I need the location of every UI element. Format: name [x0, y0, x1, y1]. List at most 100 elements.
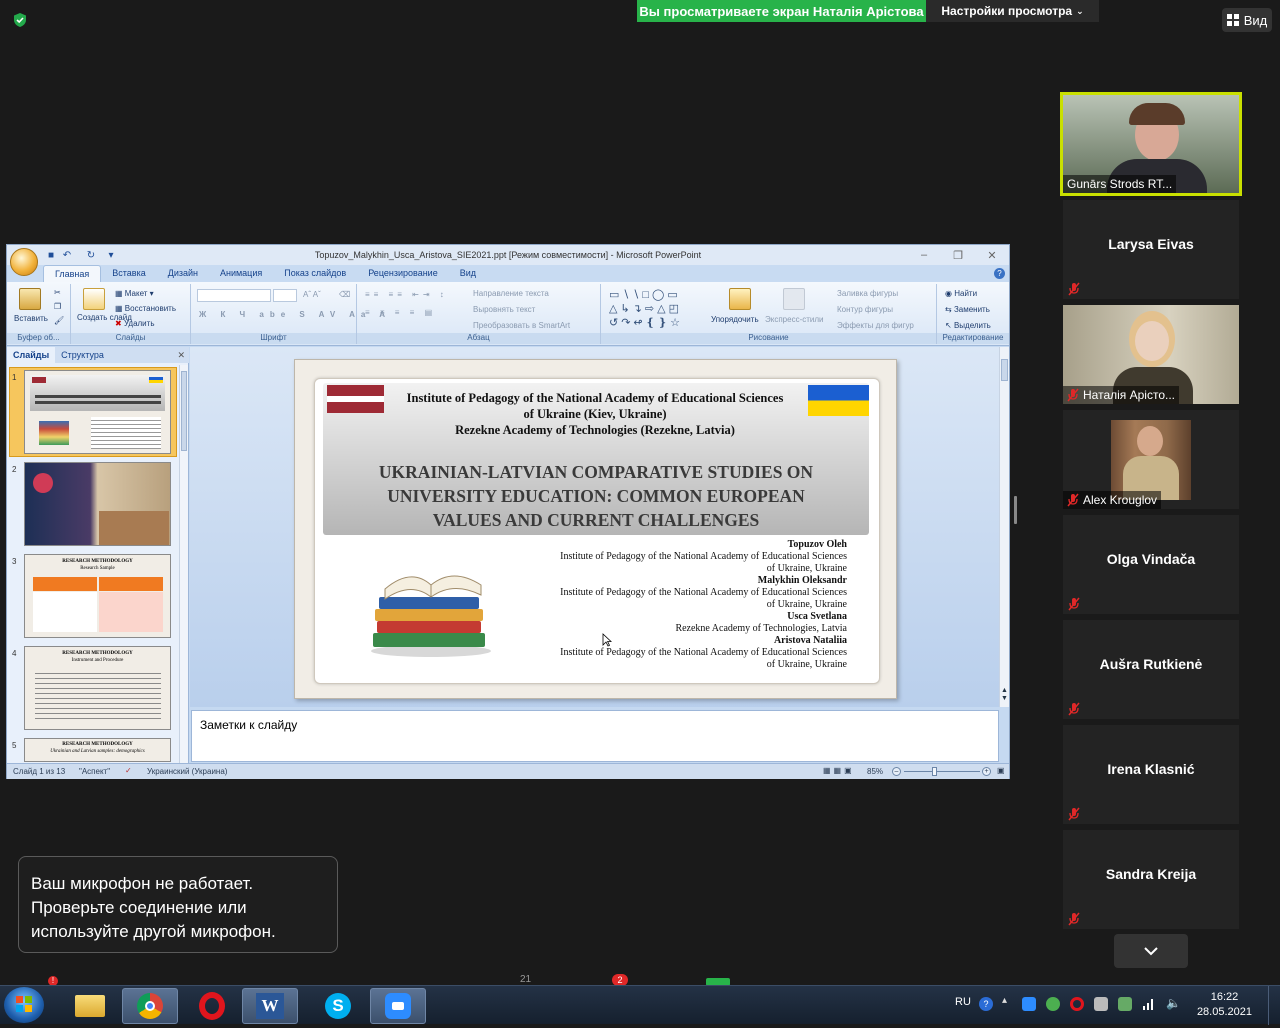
delete-button[interactable]: ✖ Удалить [115, 319, 154, 328]
find-button[interactable]: ◉ Найти [945, 289, 977, 298]
new-slide-icon[interactable] [83, 288, 105, 310]
zoom-level[interactable]: 85% [867, 767, 883, 776]
system-clock[interactable]: 16:22 28.05.2021 [1197, 990, 1252, 1020]
office-button[interactable] [10, 248, 38, 276]
arrange-icon[interactable] [729, 288, 751, 310]
slide-scrollbar[interactable]: ▲ ▼ [999, 347, 1009, 707]
restore-icon[interactable]: ❐ [949, 247, 967, 263]
slide-thumbnail-1[interactable] [24, 370, 171, 454]
quick-styles-icon[interactable] [783, 288, 805, 310]
volume-icon[interactable]: 🔈 [1166, 996, 1181, 1010]
tab-home[interactable]: Главная [43, 265, 102, 282]
tab-slideshow[interactable]: Показ слайдов [273, 265, 357, 282]
view-mode-icons[interactable]: ▦▦▣ [823, 766, 855, 775]
word-taskbar-button[interactable]: W [242, 988, 298, 1024]
help-tray-icon[interactable]: ? [979, 997, 993, 1011]
chrome-taskbar-button[interactable] [122, 988, 178, 1024]
participant-tile[interactable]: Alex Krouglov [1063, 410, 1239, 509]
paste-icon[interactable] [19, 288, 41, 310]
slide-thumbnail-4[interactable]: RESEARCH METHODOLOGY Instrument and Proc… [24, 646, 171, 730]
shape-fill-button[interactable]: Заливка фигуры [837, 289, 898, 298]
participant-tile[interactable]: Sandra Kreija [1063, 830, 1239, 929]
tab-design[interactable]: Дизайн [157, 265, 209, 282]
replace-button[interactable]: ⇆ Заменить [945, 305, 990, 314]
app-tray-icon[interactable] [1046, 997, 1060, 1011]
skype-taskbar-button[interactable]: S [310, 988, 366, 1024]
show-desktop-button[interactable] [1268, 986, 1280, 1025]
share-resize-handle[interactable] [1014, 496, 1017, 524]
zoom-tray-icon[interactable] [1022, 997, 1036, 1011]
thumbnail-scrollbar[interactable] [179, 365, 188, 763]
cut-icon[interactable]: ✂ [54, 288, 61, 297]
list-buttons[interactable]: ≡≡ ≡≡ ⇤⇥ ↕ [365, 290, 448, 299]
security-shield-icon[interactable] [12, 12, 28, 28]
tab-insert[interactable]: Вставка [101, 265, 156, 282]
prev-next-slide-icon[interactable]: ▲ ▼ [1000, 687, 1009, 703]
opera-tray-icon[interactable] [1070, 997, 1084, 1011]
select-button[interactable]: ↖ Выделить [945, 321, 991, 330]
shape-outline-button[interactable]: Контур фигуры [837, 305, 893, 314]
input-language[interactable]: RU [955, 996, 971, 1008]
fit-to-window-icon[interactable]: ▣ [997, 766, 1005, 775]
save-icon[interactable]: ■ [45, 249, 57, 261]
gallery-scroll-down-button[interactable] [1114, 934, 1188, 968]
font-size-select[interactable] [273, 289, 297, 302]
arrange-button[interactable]: Упорядочить [711, 315, 759, 324]
text-direction-button[interactable]: Направление текста [473, 289, 549, 298]
zoom-in-icon[interactable]: + [982, 767, 991, 776]
tab-view[interactable]: Вид [449, 265, 487, 282]
smartart-button[interactable]: Преобразовать в SmartArt [473, 321, 570, 330]
tab-outline[interactable]: Структура [55, 347, 110, 363]
minimize-icon[interactable]: – [915, 247, 933, 263]
current-slide[interactable]: Institute of Pedagogy of the National Ac… [294, 359, 897, 699]
layout-button[interactable]: ▦ Макет ▾ [115, 289, 154, 298]
tab-slides[interactable]: Слайды [7, 347, 56, 363]
participant-tile[interactable]: Aušra Rutkienė [1063, 620, 1239, 719]
slide-thumbnail-3[interactable]: RESEARCH METHODOLOGY Research Sample [24, 554, 171, 638]
participant-tile[interactable]: Irena Klasnić [1063, 725, 1239, 824]
undo-icon[interactable]: ↶ [61, 249, 73, 261]
participant-tile-active-speaker[interactable]: Gunārs Strods RT... [1060, 92, 1242, 196]
zoom-thumb[interactable] [932, 767, 937, 776]
format-painter-icon[interactable]: 🖌 [54, 316, 64, 325]
redo-icon[interactable]: ↻ [85, 249, 97, 261]
scroll-thumb[interactable] [181, 371, 187, 451]
tray-expand-icon[interactable]: ▴ [1002, 995, 1007, 1006]
tab-animation[interactable]: Анимация [209, 265, 273, 282]
zoom-taskbar-button[interactable] [370, 988, 426, 1024]
help-icon[interactable]: ? [994, 268, 1005, 279]
spellcheck-icon[interactable]: ✓ [125, 766, 132, 775]
copy-icon[interactable]: ❐ [54, 302, 61, 311]
quick-styles-button[interactable]: Экспресс-стили [765, 315, 824, 324]
customize-qat-icon[interactable]: ▾ [105, 249, 117, 261]
language-label[interactable]: Украинский (Украина) [147, 767, 227, 776]
start-button[interactable] [4, 987, 44, 1023]
notes-pane[interactable]: Заметки к слайду [191, 710, 999, 762]
align-buttons[interactable]: ≡ ≡ ≡ ≡ ▤ [365, 308, 436, 317]
view-options-button[interactable]: Настройки просмотра ⌄ [926, 0, 1099, 22]
close-icon[interactable]: ✕ [983, 247, 1001, 263]
tab-review[interactable]: Рецензирование [357, 265, 449, 282]
opera-taskbar-button[interactable] [184, 988, 240, 1024]
slide-thumbnail-2[interactable] [24, 462, 171, 546]
shape-effects-button[interactable]: Эффекты для фигур [837, 321, 914, 330]
font-name-select[interactable] [197, 289, 271, 302]
view-button[interactable]: Вид [1222, 8, 1272, 32]
network-icon[interactable] [1142, 996, 1156, 1010]
participant-tile[interactable]: Larysa Eivas [1063, 200, 1239, 299]
usb-tray-icon[interactable] [1094, 997, 1108, 1011]
shapes-gallery[interactable]: ▭∖∖□◯▭ △↳↴⇨△◰ ↺↷↫❴❵☆ [609, 288, 704, 330]
slide-thumbnail-5[interactable]: RESEARCH METHODOLOGY Ukrainian and Latvi… [24, 738, 171, 762]
clear-format-icon[interactable]: ⌫ [339, 290, 350, 299]
participant-tile[interactable]: Olga Vindača [1063, 515, 1239, 614]
security-tray-icon[interactable] [1118, 997, 1132, 1011]
explorer-taskbar-button[interactable] [62, 988, 118, 1024]
paste-button[interactable]: Вставить [14, 314, 48, 323]
reset-button[interactable]: ▦ Восстановить [115, 304, 176, 313]
zoom-slider[interactable]: – + [892, 767, 992, 776]
align-text-button[interactable]: Выровнять текст [473, 305, 535, 314]
close-panel-icon[interactable]: ✕ [177, 350, 185, 361]
scroll-thumb[interactable] [1001, 359, 1008, 381]
grow-font-icon[interactable]: Aˆ Aˇ [303, 290, 321, 299]
zoom-out-icon[interactable]: – [892, 767, 901, 776]
